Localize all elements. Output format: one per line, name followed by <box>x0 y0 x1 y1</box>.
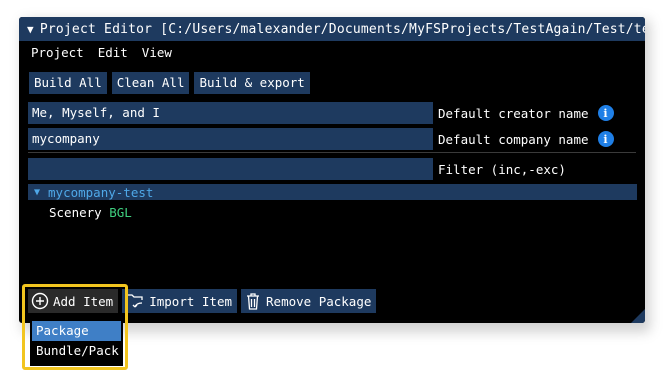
clean-all-button[interactable]: Clean All <box>111 72 190 94</box>
dropdown-option-package[interactable]: Package <box>32 321 121 341</box>
build-export-button[interactable]: Build & export <box>194 72 310 94</box>
menu-view[interactable]: View <box>142 45 172 60</box>
info-icon[interactable]: i <box>597 131 614 147</box>
tree-package-node[interactable]: ▼ mycompany-test <box>28 184 637 200</box>
package-name: mycompany-test <box>48 184 154 200</box>
tree-asset-item[interactable]: Scenery BGL <box>49 205 132 220</box>
triangle-down-icon[interactable]: ▼ <box>27 23 34 36</box>
menu-project[interactable]: Project <box>31 45 84 60</box>
filter-row: Filter (inc,-exc) <box>28 158 566 180</box>
company-name-label: Default company name <box>438 131 589 147</box>
asset-name: Scenery <box>49 205 102 220</box>
remove-package-button[interactable]: Remove Package <box>241 289 377 313</box>
creator-row: Me, Myself, and I Default creator name i <box>28 102 614 124</box>
menu-bar: Project Edit View <box>19 41 645 63</box>
info-icon[interactable]: i <box>597 105 614 121</box>
add-item-dropdown: Package Bundle/Pack <box>30 318 123 366</box>
resize-grip[interactable] <box>631 309 645 323</box>
import-item-button[interactable]: Import Item <box>122 289 238 313</box>
title-bar[interactable]: ▼ Project Editor [C:/Users/malexander/Do… <box>19 17 645 41</box>
triangle-down-icon[interactable]: ▼ <box>34 187 40 198</box>
creator-name-field[interactable]: Me, Myself, and I <box>28 102 433 124</box>
import-icon <box>125 292 145 310</box>
company-row: mycompany Default company name i <box>28 128 614 150</box>
trash-icon <box>244 291 262 311</box>
import-item-label: Import Item <box>149 293 233 309</box>
creator-name-label: Default creator name <box>438 105 589 121</box>
toolbar: Build All Clean All Build & export <box>29 72 310 94</box>
company-name-field[interactable]: mycompany <box>28 128 433 150</box>
filter-input[interactable] <box>28 158 433 180</box>
asset-type-tag: BGL <box>109 205 132 220</box>
window-title: Project Editor [C:/Users/malexander/Docu… <box>39 21 645 37</box>
dropdown-option-bundle[interactable]: Bundle/Pack <box>32 341 121 361</box>
divider <box>28 152 636 153</box>
project-editor-window: ▼ Project Editor [C:/Users/malexander/Do… <box>19 17 645 323</box>
menu-edit[interactable]: Edit <box>98 45 128 60</box>
filter-label: Filter (inc,-exc) <box>438 161 566 177</box>
build-all-button[interactable]: Build All <box>29 72 107 94</box>
remove-package-label: Remove Package <box>266 293 372 309</box>
